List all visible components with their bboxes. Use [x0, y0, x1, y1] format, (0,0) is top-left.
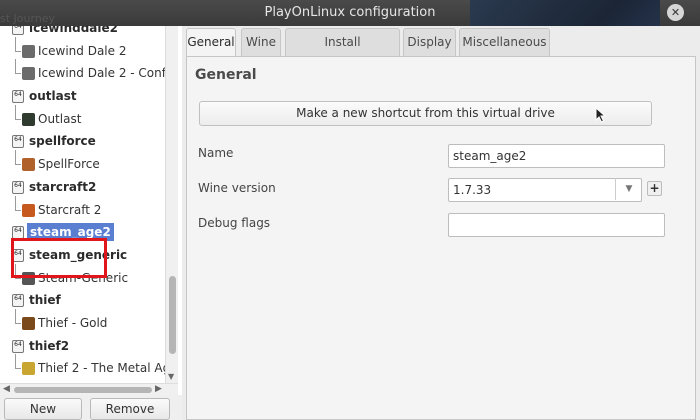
- outlast-icon: [22, 112, 35, 126]
- tree-prefix-node[interactable]: 64 outlast: [0, 86, 165, 109]
- wine-version-select[interactable]: 1.7.33: [448, 178, 642, 202]
- 64-bit-badge-icon: 64: [12, 135, 24, 149]
- tree-node-label: thief: [29, 293, 61, 308]
- tree-branch-line: [15, 36, 21, 52]
- 64-bit-badge-icon: 64: [12, 90, 24, 104]
- tree-branch-line: [15, 308, 21, 324]
- thief-icon: [22, 316, 35, 330]
- tree-branch-line: [15, 354, 21, 370]
- tree-node-label: icewinddale2: [29, 26, 118, 35]
- tree-prefix-node[interactable]: 64 icewinddale2: [0, 26, 165, 41]
- tree-app-node[interactable]: Icewind Dale 2: [0, 36, 165, 64]
- tree-node-label: thief2: [29, 338, 70, 353]
- 64-bit-badge-icon: 64: [12, 26, 24, 35]
- chevron-down-icon[interactable]: ▼: [615, 178, 642, 200]
- remove-button[interactable]: Remove: [90, 398, 170, 420]
- tree-prefix-node[interactable]: 64 thief2: [0, 336, 165, 359]
- wine-version-label: Wine version: [198, 181, 276, 195]
- section-heading: General: [195, 67, 257, 83]
- tree-node-label: SpellForce: [38, 157, 100, 172]
- tree-node-label: Thief 2 - The Metal Age: [38, 361, 178, 376]
- tree-node-label: Starcraft 2: [38, 202, 102, 217]
- tree-node-label: outlast: [29, 89, 77, 104]
- tree-list: 64 icewinddale2 Icewind Dale 2 Icewind Dale…: [0, 26, 177, 381]
- tree-vertical-scrollbar[interactable]: ▼: [165, 26, 178, 384]
- tree-node-label: Icewind Dale 2: [38, 43, 127, 58]
- tree-app-node[interactable]: Thief - Gold: [0, 308, 165, 336]
- window-title: PlayOnLinux configuration: [264, 5, 436, 20]
- tab-display[interactable]: Display: [403, 28, 456, 56]
- virtual-drive-tree[interactable]: 64 icewinddale2 Icewind Dale 2 Icewind Dale…: [0, 26, 178, 384]
- tab-install-components[interactable]: Install components: [285, 28, 400, 76]
- tree-horizontal-scroll-thumb[interactable]: [14, 387, 152, 393]
- close-icon[interactable]: ✕: [667, 4, 684, 21]
- make-shortcut-button[interactable]: Make a new shortcut from this virtual dr…: [199, 101, 652, 126]
- debug-flags-label: Debug flags: [198, 216, 271, 230]
- tab-wine[interactable]: Wine: [241, 28, 281, 56]
- thief2-icon: [22, 362, 35, 376]
- general-tab-content: General Make a new shortcut from this vi…: [186, 56, 696, 420]
- tree-branch-line: [15, 150, 21, 166]
- tree-prefix-node[interactable]: 64 spellforce: [0, 131, 165, 154]
- settings-panel: General Wine Install components Display …: [182, 26, 700, 420]
- tree-node-label: spellforce: [29, 134, 96, 149]
- tree-app-node[interactable]: Thief 2 - The Metal Age: [0, 354, 177, 381]
- tree-node-label: Icewind Dale 2 - Config: [38, 66, 177, 81]
- gear-icon: [22, 67, 35, 81]
- tree-prefix-node[interactable]: 64 thief: [0, 290, 165, 313]
- starcraft-icon: [22, 203, 35, 217]
- tree-horizontal-scrollbar[interactable]: ◀ ▶: [0, 383, 178, 395]
- tree-node-label: starcraft2: [29, 179, 97, 194]
- selection-highlight-box: [11, 238, 107, 278]
- scroll-down-arrow-icon[interactable]: ▼: [168, 372, 174, 381]
- tree-node-label: Thief - Gold: [38, 315, 108, 330]
- tree-branch-line: [15, 195, 21, 211]
- tree-app-node[interactable]: Icewind Dale 2 - Config: [0, 59, 177, 86]
- debug-flags-field[interactable]: [448, 213, 665, 237]
- mouse-cursor-icon: [595, 107, 607, 123]
- background-text: st Journey: [0, 12, 56, 25]
- scroll-right-arrow-icon[interactable]: ▶: [155, 384, 162, 394]
- name-label: Name: [198, 146, 234, 160]
- tree-vertical-scroll-thumb[interactable]: [169, 276, 176, 354]
- new-button[interactable]: New: [4, 398, 82, 420]
- tree-prefix-node[interactable]: 64 starcraft2: [0, 177, 165, 200]
- tree-button-bar: New Remove: [0, 395, 182, 420]
- tree-app-node[interactable]: Starcraft 2: [0, 195, 165, 223]
- tab-general[interactable]: General: [186, 28, 236, 56]
- 64-bit-badge-icon: 64: [12, 180, 24, 194]
- scroll-left-arrow-icon[interactable]: ◀: [3, 384, 10, 394]
- tree-branch-line: [15, 59, 21, 75]
- tree-node-label: Outlast: [38, 111, 82, 126]
- tree-branch-line: [15, 104, 21, 120]
- title-bar: PlayOnLinux configuration ✕: [0, 0, 700, 26]
- tree-app-node[interactable]: Outlast: [0, 104, 165, 132]
- tree-app-node[interactable]: SpellForce: [0, 150, 165, 177]
- tab-miscellaneous[interactable]: Miscellaneous: [459, 28, 550, 56]
- 64-bit-badge-icon: 64: [12, 294, 24, 308]
- add-wine-version-button[interactable]: +: [647, 181, 662, 196]
- 64-bit-badge-icon: 64: [12, 339, 24, 353]
- name-field[interactable]: steam_age2: [448, 144, 665, 168]
- gear-icon: [22, 44, 35, 58]
- spellforce-icon: [22, 158, 35, 172]
